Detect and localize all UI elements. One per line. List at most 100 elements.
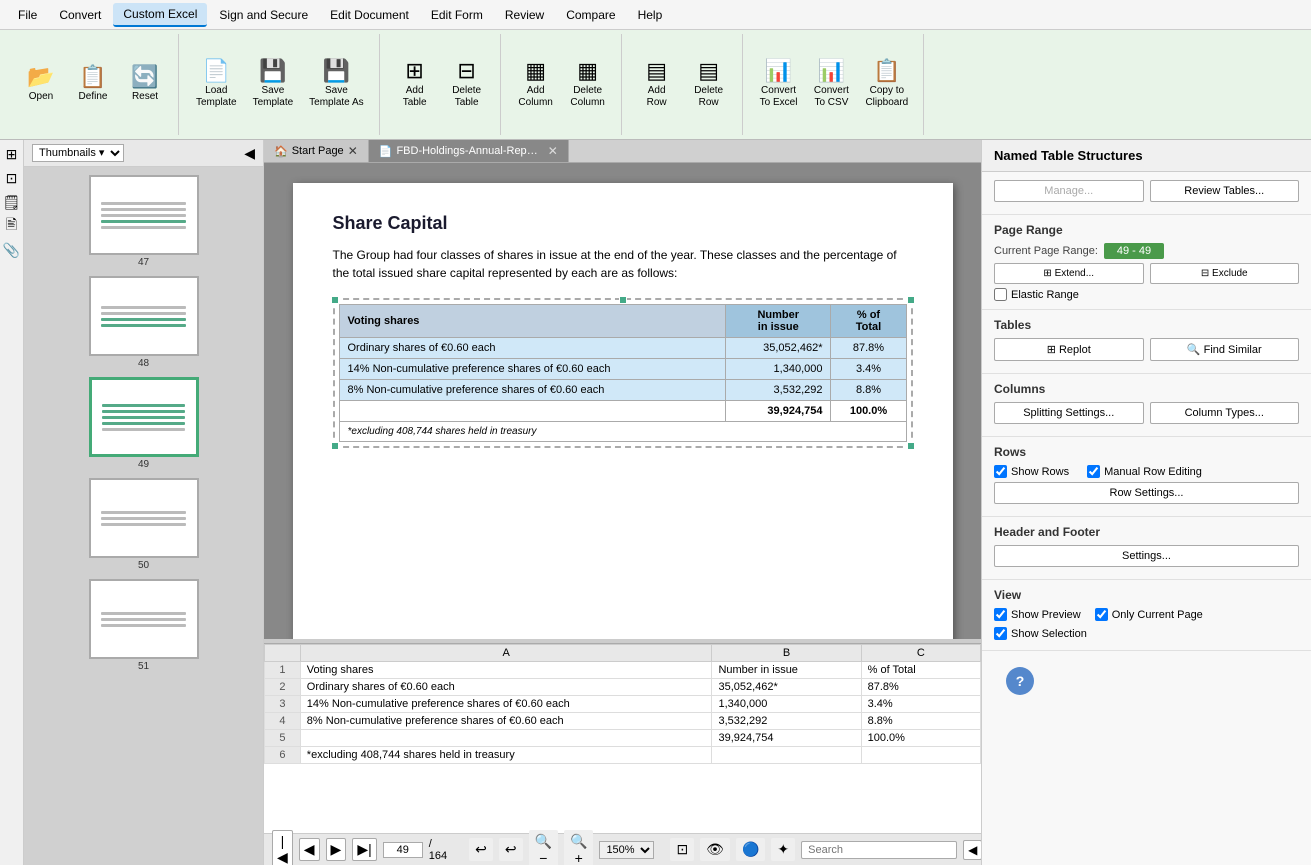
delete-row-button[interactable]: ▤ DeleteRow	[684, 55, 734, 114]
manual-row-editing-checkbox[interactable]	[1087, 465, 1100, 478]
add-row-button[interactable]: ▤ AddRow	[632, 55, 682, 114]
tab-fbd-close[interactable]: ✕	[548, 144, 558, 158]
sidebar-collapse-button[interactable]: ◀	[244, 145, 255, 162]
cell-2-a: 14% Non-cumulative preference shares of …	[339, 359, 726, 380]
spreadsheet-cell[interactable]: 14% Non-cumulative preference shares of …	[300, 696, 712, 713]
handle-tl	[331, 296, 339, 304]
spreadsheet-cell[interactable]	[712, 747, 861, 764]
load-template-button[interactable]: 📄 LoadTemplate	[189, 55, 244, 114]
next-page-button[interactable]: ▶	[326, 838, 347, 861]
row-number: 6	[265, 747, 301, 764]
menu-review[interactable]: Review	[495, 4, 554, 26]
elastic-range-checkbox[interactable]	[994, 288, 1007, 301]
prev-page-button[interactable]: ◀	[299, 838, 320, 861]
menu-sign-secure[interactable]: Sign and Secure	[209, 4, 318, 26]
spreadsheet-cell[interactable]: *excluding 408,744 shares held in treasu…	[300, 747, 712, 764]
sidebar-icon-3[interactable]: 🗒	[2, 192, 22, 212]
tool-btn-1[interactable]: ⊡	[670, 838, 694, 861]
exclude-button[interactable]: ⊟ Exclude	[1150, 263, 1300, 284]
delete-column-button[interactable]: ▦ DeleteColumn	[563, 55, 613, 114]
find-similar-button[interactable]: 🔍 Find Similar	[1150, 338, 1300, 361]
ribbon-group-row: ▤ AddRow ▤ DeleteRow	[624, 34, 743, 135]
convert-to-csv-button[interactable]: 📊 ConvertTo CSV	[806, 55, 856, 114]
define-button[interactable]: 📋 Define	[68, 61, 118, 108]
save-template-as-button[interactable]: 💾 SaveTemplate As	[302, 55, 370, 114]
spreadsheet-cell[interactable]	[300, 730, 712, 747]
spreadsheet-cell[interactable]: 35,052,462*	[712, 679, 861, 696]
show-rows-checkbox[interactable]	[994, 465, 1007, 478]
menu-edit-document[interactable]: Edit Document	[320, 4, 419, 26]
open-button[interactable]: 📂 Open	[16, 61, 66, 108]
spreadsheet-cell[interactable]: 87.8%	[861, 679, 980, 696]
sidebar-icon-1[interactable]: ⊞	[2, 144, 22, 164]
page-number-input[interactable]	[383, 842, 423, 858]
add-table-label: AddTable	[403, 85, 427, 109]
zoom-select[interactable]: 150%	[599, 841, 654, 859]
sidebar-icon-4[interactable]: 🖹	[2, 216, 22, 236]
extend-button[interactable]: ⊞ Extend...	[994, 263, 1144, 284]
tab-start-close[interactable]: ✕	[348, 144, 358, 158]
zoom-in-button[interactable]: 🔍+	[564, 830, 593, 865]
spreadsheet-cell[interactable]: 39,924,754	[712, 730, 861, 747]
last-page-button[interactable]: ▶|	[352, 838, 376, 861]
replot-button[interactable]: ⊞ Replot	[994, 338, 1144, 361]
thumbnail-51[interactable]: 51	[28, 579, 259, 672]
menu-edit-form[interactable]: Edit Form	[421, 4, 493, 26]
undo-button[interactable]: ↩	[469, 838, 493, 861]
spreadsheet-cell[interactable]: % of Total	[861, 662, 980, 679]
row-settings-button[interactable]: Row Settings...	[994, 482, 1299, 504]
show-selection-checkbox[interactable]	[994, 627, 1007, 640]
menu-convert[interactable]: Convert	[49, 4, 111, 26]
spreadsheet-cell[interactable]: Ordinary shares of €0.60 each	[300, 679, 712, 696]
header-footer-settings-button[interactable]: Settings...	[994, 545, 1299, 567]
spreadsheet-cell[interactable]: 3,532,292	[712, 713, 861, 730]
show-preview-checkbox[interactable]	[994, 608, 1007, 621]
spreadsheet-cell[interactable]: Number in issue	[712, 662, 861, 679]
spreadsheet-cell[interactable]: 8% Non-cumulative preference shares of €…	[300, 713, 712, 730]
first-page-button[interactable]: |◀	[272, 830, 293, 865]
save-template-button[interactable]: 💾 SaveTemplate	[246, 55, 301, 114]
menu-help[interactable]: Help	[628, 4, 673, 26]
tab-fbd[interactable]: 📄 FBD-Holdings-Annual-Report-un... ✕	[369, 140, 569, 162]
delete-table-button[interactable]: ⊟ DeleteTable	[442, 55, 492, 114]
copy-to-clipboard-button[interactable]: 📋 Copy toClipboard	[858, 55, 915, 114]
zoom-out-button[interactable]: 🔍−	[529, 830, 558, 865]
search-prev-button[interactable]: ◀	[963, 840, 981, 860]
spreadsheet-cell[interactable]: 1,340,000	[712, 696, 861, 713]
spreadsheet-cell[interactable]: 8.8%	[861, 713, 980, 730]
add-table-button[interactable]: ⊞ AddTable	[390, 55, 440, 114]
tool-btn-4[interactable]: ✦	[771, 838, 795, 861]
tool-btn-2[interactable]: 👁	[700, 838, 730, 861]
spreadsheet-cell[interactable]: Voting shares	[300, 662, 712, 679]
sidebar-icons: ⊞ ⊡ 🗒 🖹 📎	[0, 140, 24, 865]
menu-custom-excel[interactable]: Custom Excel	[113, 3, 207, 27]
sidebar-icon-2[interactable]: ⊡	[2, 168, 22, 188]
tab-start-page[interactable]: 🏠 Start Page ✕	[264, 140, 369, 162]
tool-btn-3[interactable]: 🔵	[736, 838, 765, 861]
spreadsheet-cell[interactable]: 3.4%	[861, 696, 980, 713]
thumbnail-48[interactable]: 48	[28, 276, 259, 369]
thumbnail-47[interactable]: 47	[28, 175, 259, 268]
spreadsheet-cell[interactable]	[861, 747, 980, 764]
thumbnail-50[interactable]: 50	[28, 478, 259, 571]
spreadsheet-cell[interactable]: 100.0%	[861, 730, 980, 747]
document-page: Share Capital The Group had four classes…	[293, 183, 953, 639]
menu-file[interactable]: File	[8, 4, 47, 26]
splitting-settings-button[interactable]: Splitting Settings...	[994, 402, 1144, 424]
thumbnails-select[interactable]: Thumbnails ▾	[32, 144, 124, 162]
review-tables-button[interactable]: Review Tables...	[1150, 180, 1300, 202]
ribbon-group-template: 📄 LoadTemplate 💾 SaveTemplate 💾 SaveTemp…	[181, 34, 380, 135]
menu-compare[interactable]: Compare	[556, 4, 625, 26]
column-types-button[interactable]: Column Types...	[1150, 402, 1300, 424]
sidebar-icon-5[interactable]: 📎	[2, 240, 22, 260]
help-button[interactable]: ?	[1006, 667, 1034, 695]
manage-button[interactable]: Manage...	[994, 180, 1144, 202]
spreadsheet-row: 6*excluding 408,744 shares held in treas…	[265, 747, 981, 764]
convert-to-excel-button[interactable]: 📊 ConvertTo Excel	[753, 55, 805, 114]
only-current-page-checkbox[interactable]	[1095, 608, 1108, 621]
add-column-button[interactable]: ▦ AddColumn	[511, 55, 561, 114]
search-input[interactable]	[801, 841, 957, 859]
thumbnail-49[interactable]: 49	[28, 377, 259, 470]
undo2-button[interactable]: ↩	[499, 838, 523, 861]
reset-button[interactable]: 🔄 Reset	[120, 61, 170, 108]
